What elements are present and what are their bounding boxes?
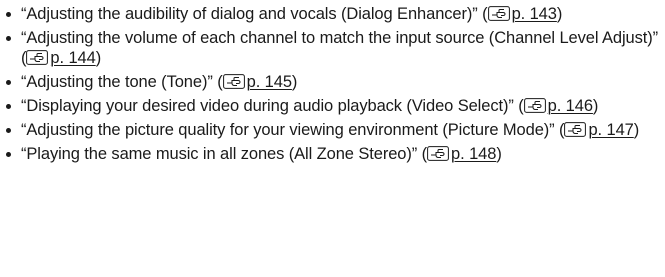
list-item: “Displaying your desired video during au… [0, 96, 665, 116]
bullet-icon [6, 36, 11, 41]
list-item: “Adjusting the tone (Tone)” ( p. 145) [0, 72, 665, 92]
close-paren: ) [592, 97, 599, 115]
item-text: “Adjusting the audibility of dialog and … [21, 5, 488, 23]
item-text: “Adjusting the tone (Tone)” ( [21, 73, 223, 91]
list-item: “Adjusting the volume of each channel to… [0, 28, 665, 68]
item-text: “Playing the same music in all zones (Al… [21, 145, 428, 163]
list-item: “Playing the same music in all zones (Al… [0, 144, 665, 164]
reference-list: “Adjusting the audibility of dialog and … [0, 0, 665, 164]
bullet-icon [6, 152, 11, 157]
bullet-icon [6, 104, 11, 109]
close-paren: ) [633, 121, 640, 139]
pointing-hand-reference-icon [487, 6, 510, 21]
close-paren: ) [556, 5, 563, 23]
item-text: “Adjusting the volume of each channel to… [21, 29, 659, 67]
pointing-hand-reference-icon [427, 146, 449, 161]
page-link[interactable]: p. 144 [50, 49, 95, 67]
bullet-icon [6, 80, 11, 85]
page-link[interactable]: p. 145 [247, 73, 292, 91]
pointing-hand-reference-icon [523, 98, 546, 113]
close-paren: ) [496, 145, 502, 163]
close-paren: ) [95, 49, 102, 67]
page-link[interactable]: p. 146 [548, 97, 593, 115]
page-link[interactable]: p. 143 [512, 5, 557, 23]
bullet-icon [6, 128, 11, 133]
bullet-icon [6, 12, 11, 17]
item-text: “Adjusting the picture quality for your … [21, 121, 565, 139]
list-item: “Adjusting the audibility of dialog and … [0, 4, 665, 24]
pointing-hand-reference-icon [26, 50, 49, 65]
list-item: “Adjusting the picture quality for your … [0, 120, 665, 140]
document-page: “Adjusting the audibility of dialog and … [0, 0, 665, 277]
item-text: “Displaying your desired video during au… [21, 97, 524, 115]
page-link[interactable]: p. 147 [588, 121, 633, 139]
pointing-hand-reference-icon [222, 74, 245, 89]
page-link[interactable]: p. 148 [451, 145, 496, 163]
pointing-hand-reference-icon [564, 122, 587, 137]
close-paren: ) [291, 73, 298, 91]
